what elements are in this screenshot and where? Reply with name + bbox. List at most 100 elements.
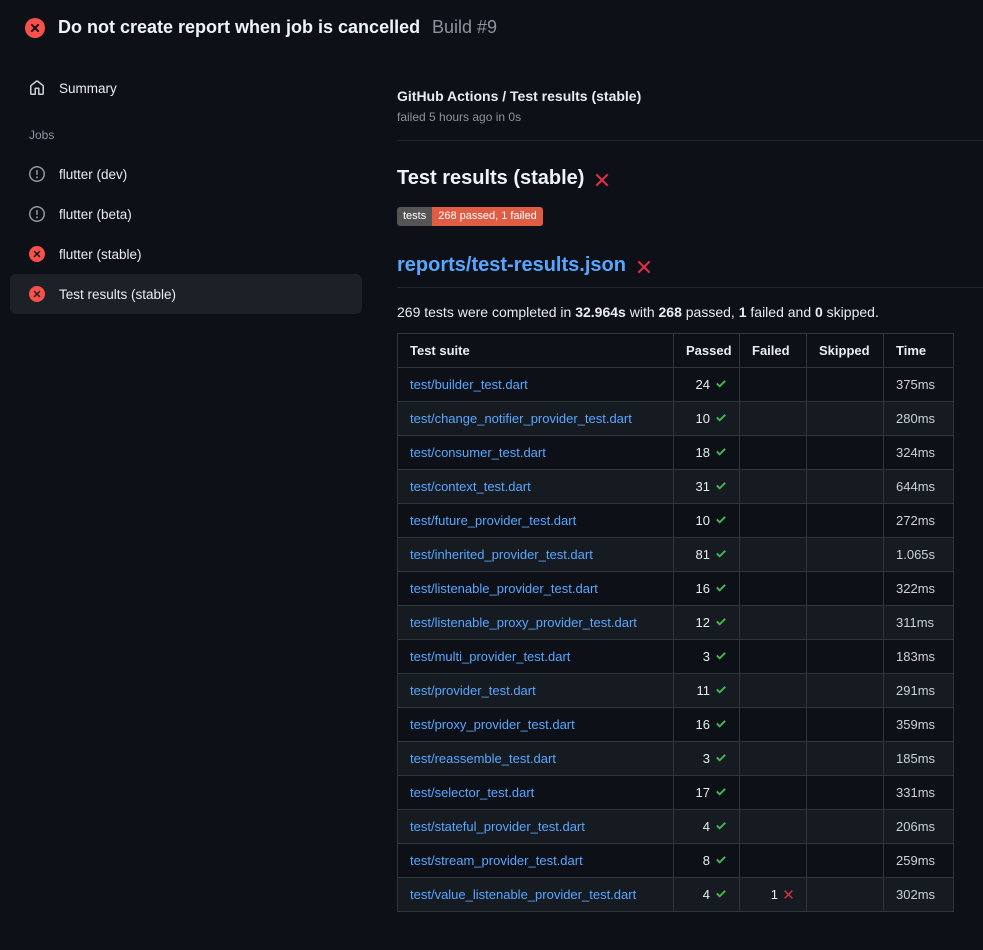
passed-cell: 10 [674,402,740,436]
summary-text: 269 tests were completed in [397,304,575,320]
suite-cell: test/consumer_test.dart [398,436,674,470]
sidebar-item-flutter-dev[interactable]: flutter (dev) [10,154,362,194]
badge-value: 268 passed, 1 failed [432,207,542,226]
skipped-cell [807,844,884,878]
table-row: test/inherited_provider_test.dart 81 1.0… [398,538,954,572]
page-title-line: Do not create report when job is cancell… [58,17,497,38]
table-row: test/proxy_provider_test.dart 16 359ms [398,708,954,742]
test-suite-link[interactable]: test/consumer_test.dart [410,445,546,460]
table-row: test/change_notifier_provider_test.dart … [398,402,954,436]
sidebar: Summary Jobs flutter (dev) flutter (beta… [0,52,372,314]
check-icon [715,854,727,866]
results-table: Test suite Passed Failed Skipped Time te… [397,333,954,912]
summary-duration: 32.964s [575,304,626,320]
suite-cell: test/change_notifier_provider_test.dart [398,402,674,436]
failed-cell [740,742,807,776]
test-suite-link[interactable]: test/selector_test.dart [410,785,534,800]
time-cell: 206ms [884,810,954,844]
sidebar-item-test-results-stable[interactable]: Test results (stable) [10,274,362,314]
summary-passed-count: 268 [659,304,682,320]
suite-cell: test/context_test.dart [398,470,674,504]
time-cell: 322ms [884,572,954,606]
skipped-cell [807,776,884,810]
table-row: test/provider_test.dart 11 291ms [398,674,954,708]
divider [397,140,983,141]
test-suite-link[interactable]: test/inherited_provider_test.dart [410,547,593,562]
results-table-body: test/builder_test.dart 24 375ms test/cha… [398,368,954,912]
test-suite-link[interactable]: test/context_test.dart [410,479,531,494]
table-row: test/context_test.dart 31 644ms [398,470,954,504]
skipped-cell [807,810,884,844]
test-suite-link[interactable]: test/future_provider_test.dart [410,513,576,528]
test-suite-link[interactable]: test/multi_provider_test.dart [410,649,570,664]
summary-failed-count: 1 [739,304,747,320]
failed-cell [740,776,807,810]
test-suite-link[interactable]: test/listenable_proxy_provider_test.dart [410,615,637,630]
skipped-cell [807,878,884,912]
table-row: test/listenable_proxy_provider_test.dart… [398,606,954,640]
skipped-cell [807,708,884,742]
test-suite-link[interactable]: test/stream_provider_test.dart [410,853,583,868]
skipped-cell [807,470,884,504]
suite-cell: test/listenable_proxy_provider_test.dart [398,606,674,640]
test-suite-link[interactable]: test/builder_test.dart [410,377,528,392]
suite-cell: test/listenable_provider_test.dart [398,572,674,606]
x-circle-icon [25,18,45,38]
time-cell: 359ms [884,708,954,742]
sidebar-item-flutter-beta[interactable]: flutter (beta) [10,194,362,234]
summary-text: skipped. [823,304,879,320]
warning-circle-icon [29,206,45,222]
skipped-cell [807,674,884,708]
sidebar-item-label: flutter (dev) [59,167,127,182]
time-cell: 331ms [884,776,954,810]
check-icon [715,752,727,764]
test-suite-link[interactable]: test/provider_test.dart [410,683,536,698]
passed-cell: 4 [674,878,740,912]
test-suite-link[interactable]: test/change_notifier_provider_test.dart [410,411,632,426]
failed-cell [740,674,807,708]
passed-cell: 3 [674,640,740,674]
passed-cell: 4 [674,810,740,844]
test-suite-link[interactable]: test/value_listenable_provider_test.dart [410,887,636,902]
sidebar-item-label: flutter (stable) [59,247,142,262]
jobs-heading: Jobs [10,108,362,154]
report-file-link[interactable]: reports/test-results.json [397,254,626,277]
suite-cell: test/inherited_provider_test.dart [398,538,674,572]
check-icon [715,786,727,798]
suite-cell: test/builder_test.dart [398,368,674,402]
test-suite-link[interactable]: test/stateful_provider_test.dart [410,819,585,834]
sidebar-item-flutter-stable[interactable]: flutter (stable) [10,234,362,274]
cross-mark-icon [594,172,610,188]
badge-label: tests [397,207,432,226]
check-icon [715,514,727,526]
table-row: test/consumer_test.dart 18 324ms [398,436,954,470]
passed-cell: 16 [674,708,740,742]
sidebar-item-summary[interactable]: Summary [10,68,362,108]
check-icon [715,480,727,492]
test-suite-link[interactable]: test/proxy_provider_test.dart [410,717,575,732]
failed-cell [740,368,807,402]
time-cell: 324ms [884,436,954,470]
failed-cell [740,436,807,470]
summary-text: with [626,304,659,320]
test-suite-link[interactable]: test/reassemble_test.dart [410,751,556,766]
failed-cell [740,844,807,878]
table-row: test/multi_provider_test.dart 3 183ms [398,640,954,674]
table-row: test/reassemble_test.dart 3 185ms [398,742,954,776]
check-icon [715,378,727,390]
passed-cell: 31 [674,470,740,504]
passed-cell: 11 [674,674,740,708]
check-title: Test results (stable) [397,167,584,190]
passed-cell: 16 [674,572,740,606]
warning-circle-icon [29,166,45,182]
table-row: test/listenable_provider_test.dart 16 32… [398,572,954,606]
col-header-skipped: Skipped [807,334,884,368]
passed-cell: 8 [674,844,740,878]
suite-cell: test/value_listenable_provider_test.dart [398,878,674,912]
test-suite-link[interactable]: test/listenable_provider_test.dart [410,581,598,596]
skipped-cell [807,402,884,436]
failed-cell [740,708,807,742]
skipped-cell [807,572,884,606]
failed-cell [740,572,807,606]
check-title-row: Test results (stable) [397,167,983,190]
